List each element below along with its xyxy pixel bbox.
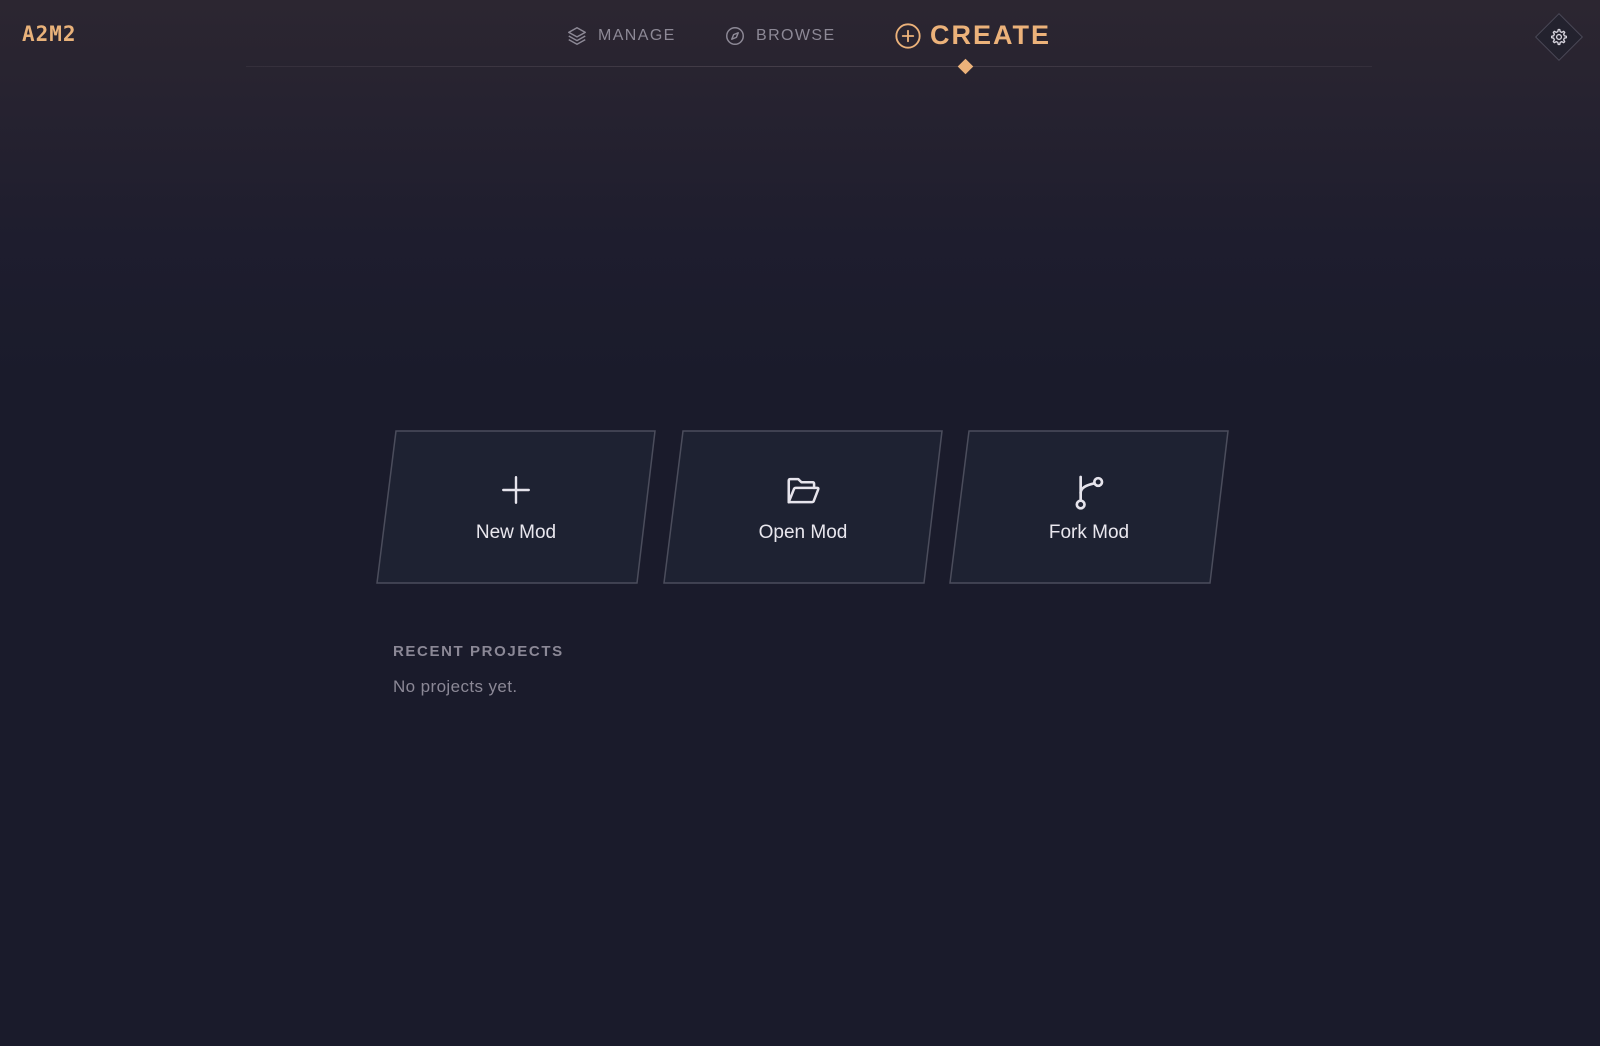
top-nav: MANAGE BROWSE CREATE: [0, 0, 1600, 80]
nav-tab-browse-label: BROWSE: [756, 27, 836, 44]
recent-projects-empty-message: No projects yet.: [393, 677, 518, 696]
new-mod-button[interactable]: New Mod: [376, 430, 656, 584]
create-actions: New Mod Open Mod Fork Mod: [376, 430, 1236, 585]
nav-divider: [246, 66, 1372, 67]
plus-icon: [376, 472, 656, 512]
nav-tab-manage-label: MANAGE: [598, 27, 676, 44]
open-mod-button[interactable]: Open Mod: [663, 430, 943, 584]
app-window: A2M2 MANAGE BROWSE CREATE New Mod Open M…: [0, 0, 1600, 1046]
git-fork-icon: [949, 472, 1229, 512]
folder-open-icon: [663, 472, 943, 512]
nav-tab-browse[interactable]: BROWSE: [724, 25, 836, 47]
fork-mod-label: Fork Mod: [1048, 522, 1130, 543]
new-mod-label: New Mod: [475, 522, 557, 543]
open-mod-label: Open Mod: [758, 522, 848, 543]
recent-projects-heading: RECENT PROJECTS: [393, 643, 564, 660]
nav-tab-manage[interactable]: MANAGE: [566, 25, 676, 47]
layers-icon: [566, 25, 588, 47]
gear-icon: [1550, 28, 1568, 46]
compass-icon: [724, 25, 746, 47]
nav-tab-create-label: CREATE: [930, 20, 1052, 50]
active-tab-indicator: [957, 58, 974, 75]
plus-circle-icon: [894, 22, 922, 50]
nav-tab-create[interactable]: CREATE: [894, 20, 1051, 51]
fork-mod-button[interactable]: Fork Mod: [949, 430, 1229, 584]
